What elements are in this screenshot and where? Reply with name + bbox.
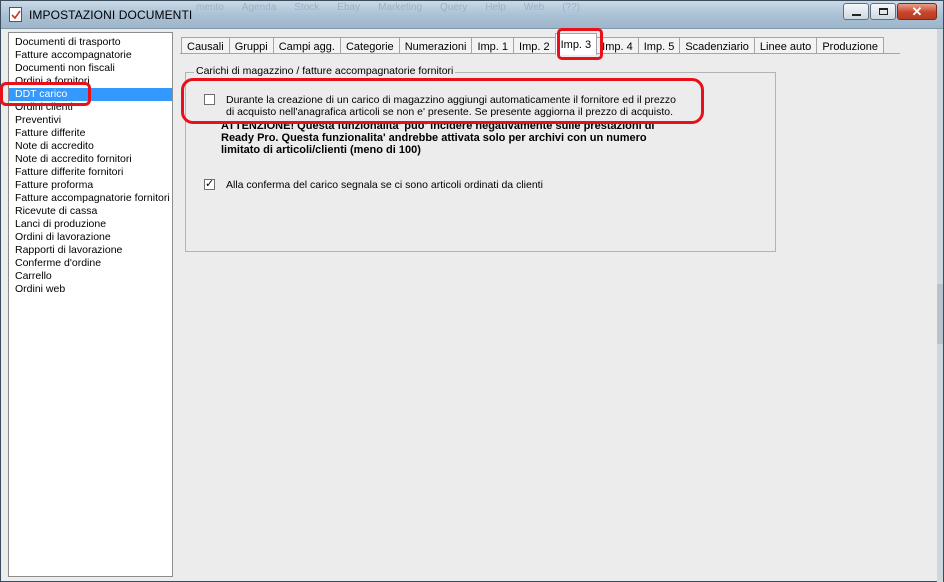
list-item[interactable]: DDT carico (9, 88, 172, 101)
list-item[interactable]: Ordini a fornitori (9, 75, 172, 88)
checkmark-icon: ✓ (205, 178, 215, 190)
background-menu-item: Stock (294, 2, 320, 13)
list-item[interactable]: Fatture differite (9, 127, 172, 140)
tab-imp-3[interactable]: Imp. 3 (554, 33, 598, 55)
list-item[interactable]: Documenti di trasporto (9, 36, 172, 49)
auto-add-supplier-option[interactable]: Durante la creazione di un carico di mag… (204, 94, 676, 118)
background-menu-item: Agenda (241, 2, 277, 13)
background-menu-item: Marketing (378, 2, 422, 13)
settings-tabs: Causali Gruppi Campi agg. Categorie Numerazi… (181, 33, 884, 55)
group-title: Carichi di magazzino / fatture accompagn… (194, 65, 456, 77)
maximize-button[interactable] (870, 3, 896, 20)
title-bar[interactable]: IMPOSTAZIONI DOCUMENTI mento Agenda Stock E… (1, 1, 943, 29)
background-menu-item: (??) (562, 2, 580, 13)
purchase-loads-group: Carichi di magazzino / fatture accompagn… (185, 65, 776, 252)
window-client-area: Documenti di trasporto Fatture accompagna… (6, 30, 939, 579)
background-menu-item: Query (440, 2, 468, 13)
list-item[interactable]: Fatture differite fornitori (9, 166, 172, 179)
list-item[interactable]: Fatture proforma (9, 179, 172, 192)
warning-line2: Ready Pro. Questa funzionalita' andrebbe… (221, 132, 647, 144)
performance-warning: ATTENZIONE! Questa funzionalita' puo' in… (221, 120, 701, 156)
background-menu-item: Ebay (337, 2, 361, 13)
background-window-edge (937, 29, 943, 582)
auto-add-supplier-label-line1: Durante la creazione di un carico di mag… (226, 94, 676, 106)
document-check-icon (9, 7, 22, 22)
background-menu-item: Help (485, 2, 506, 13)
list-item[interactable]: Lanci di produzione (9, 218, 172, 231)
minimize-icon (852, 14, 861, 16)
background-menu-item: mento (196, 2, 224, 13)
minimize-button[interactable] (843, 3, 869, 20)
warning-line1: ATTENZIONE! Questa funzionalita' puo' in… (221, 120, 655, 132)
list-item[interactable]: Ordini clienti (9, 101, 172, 114)
notify-ordered-items-checkbox[interactable]: ✓ (204, 178, 215, 190)
list-item[interactable]: Ordini di lavorazione (9, 231, 172, 244)
background-menu: mento Agenda Stock Ebay Marketing Query Help We… (196, 2, 598, 13)
list-item[interactable]: Ricevute di cassa (9, 205, 172, 218)
list-item[interactable]: Fatture accompagnatorie (9, 49, 172, 62)
list-item[interactable]: Rapporti di lavorazione (9, 244, 172, 257)
list-item[interactable]: Ordini web (9, 283, 172, 296)
tab-page-imp3: Carichi di magazzino / fatture accompagn… (180, 53, 900, 579)
close-icon: ✕ (911, 4, 923, 19)
warning-line3: limitato di articoli/clienti (meno di 10… (221, 144, 421, 156)
list-item[interactable]: Carrello (9, 270, 172, 283)
maximize-icon (879, 8, 888, 15)
background-menu-item: Web (523, 2, 545, 13)
auto-add-supplier-checkbox[interactable] (204, 94, 215, 105)
list-item[interactable]: Note di accredito fornitori (9, 153, 172, 166)
close-button[interactable]: ✕ (897, 3, 937, 20)
list-item[interactable]: Fatture accompagnatorie fornitori (9, 192, 172, 205)
window-controls: ✕ (843, 3, 937, 20)
notify-ordered-items-option[interactable]: ✓ Alla conferma del carico segnala se ci… (204, 178, 543, 191)
window-title: IMPOSTAZIONI DOCUMENTI (29, 8, 193, 22)
list-item[interactable]: Note di accredito (9, 140, 172, 153)
document-type-list[interactable]: Documenti di trasporto Fatture accompagna… (8, 32, 173, 577)
notify-ordered-items-label: Alla conferma del carico segnala se ci s… (226, 179, 543, 191)
settings-window: IMPOSTAZIONI DOCUMENTI mento Agenda Stock E… (0, 0, 944, 582)
list-item[interactable]: Preventivi (9, 114, 172, 127)
list-item[interactable]: Documenti non fiscali (9, 62, 172, 75)
auto-add-supplier-label-line2: di acquisto nell'anagrafica articoli se … (226, 106, 674, 118)
list-item[interactable]: Conferme d'ordine (9, 257, 172, 270)
auto-add-supplier-label: Durante la creazione di un carico di mag… (226, 94, 676, 118)
